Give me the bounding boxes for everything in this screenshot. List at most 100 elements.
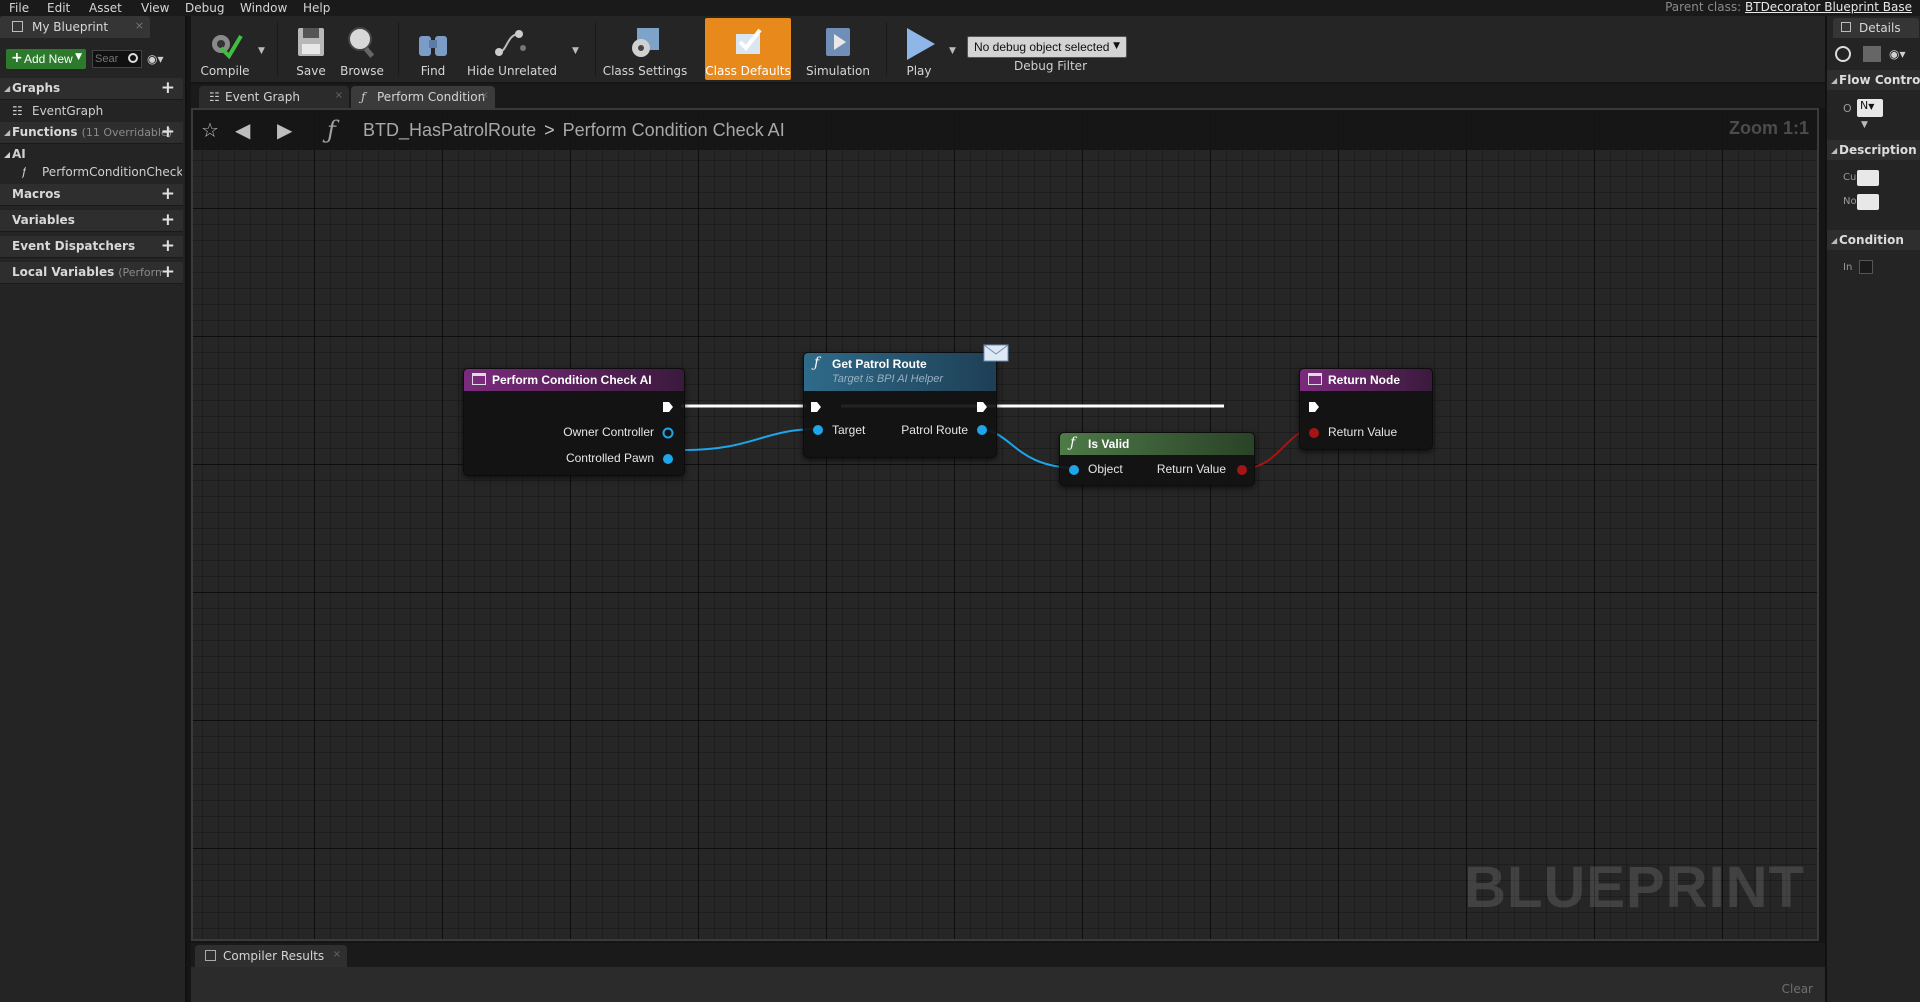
- view-options-eye-icon[interactable]: ◉▾: [147, 52, 164, 66]
- search-icon[interactable]: [1835, 46, 1851, 62]
- add-local-variable-button[interactable]: +: [161, 262, 175, 282]
- section-condition-label: Condition: [1839, 233, 1904, 247]
- section-variables[interactable]: Variables +: [0, 210, 183, 232]
- event-node-icon: [472, 373, 486, 385]
- tab-compiler-results[interactable]: Compiler Results ×: [195, 945, 347, 967]
- flow-control-select[interactable]: N▼: [1857, 99, 1883, 117]
- event-graph-icon: ☷: [12, 104, 23, 118]
- add-new-button[interactable]: + Add New ▼: [6, 49, 86, 69]
- play-options-chevron-icon[interactable]: ▼: [949, 46, 956, 56]
- return-value-pin-icon[interactable]: [1236, 464, 1248, 476]
- compiler-results-body: Clear: [191, 967, 1825, 1002]
- exec-in-pin-icon[interactable]: [1308, 401, 1320, 413]
- menu-window[interactable]: Window: [240, 1, 287, 15]
- category-ai[interactable]: ◢ AI: [0, 145, 183, 163]
- details-icon: [1841, 22, 1851, 32]
- add-graph-button[interactable]: +: [161, 78, 175, 98]
- node-is-valid[interactable]: ƒ Is Valid Object Return Value: [1059, 432, 1255, 486]
- parent-class-info: Parent class: BTDecorator Blueprint Base: [1665, 0, 1912, 14]
- tab-event-graph[interactable]: ☷ Event Graph ×: [199, 86, 349, 108]
- search-box[interactable]: [92, 50, 142, 68]
- menu-file[interactable]: File: [9, 1, 29, 15]
- class-settings-button[interactable]: Class Settings: [602, 18, 688, 80]
- debug-object-select[interactable]: No debug object selected ▼: [967, 36, 1127, 58]
- description-node-field[interactable]: [1857, 194, 1879, 210]
- flow-control-select-value: N: [1860, 99, 1869, 112]
- collapse-triangle-icon[interactable]: ◢: [4, 84, 10, 93]
- controlled-pawn-pin-icon[interactable]: [662, 453, 674, 465]
- document-tabbar: ☷ Event Graph × ƒ Perform Condition ×: [191, 84, 1825, 108]
- tab-details[interactable]: Details: [1833, 18, 1919, 38]
- menu-help[interactable]: Help: [303, 1, 330, 15]
- close-icon[interactable]: ×: [335, 90, 343, 101]
- patrol-route-pin-icon[interactable]: [976, 424, 988, 436]
- return-value-pin-icon[interactable]: [1308, 427, 1320, 439]
- close-icon[interactable]: ×: [333, 949, 341, 960]
- section-functions[interactable]: ◢ Functions (11 Overridable) +: [0, 122, 183, 144]
- section-variables-label: Variables: [12, 213, 75, 227]
- target-pin-icon[interactable]: [812, 424, 824, 436]
- clear-button[interactable]: Clear: [1782, 982, 1813, 996]
- list-item-event-graph[interactable]: ☷ EventGraph: [0, 102, 183, 120]
- collapse-triangle-icon[interactable]: ◢: [1831, 76, 1837, 85]
- condition-invert-checkbox[interactable]: [1859, 260, 1873, 274]
- tab-perform-condition[interactable]: ƒ Perform Condition ×: [351, 86, 495, 108]
- blueprint-graph-canvas[interactable]: ☆ ◀ ▶ ƒ BTD_HasPatrolRoute > Perform Condi…: [191, 108, 1819, 941]
- grid-view-icon[interactable]: [1863, 46, 1881, 62]
- node-return[interactable]: Return Node Return Value: [1299, 368, 1433, 450]
- simulation-button[interactable]: Simulation: [795, 18, 881, 80]
- hide-unrelated-options-chevron-icon[interactable]: ▼: [572, 46, 579, 56]
- find-button[interactable]: Find: [407, 18, 459, 80]
- collapse-triangle-icon[interactable]: ◢: [1831, 146, 1837, 155]
- node-get-patrol-route[interactable]: ƒ Get Patrol Route Target is BPI AI Help…: [803, 344, 1009, 458]
- menu-asset[interactable]: Asset: [89, 1, 122, 15]
- object-pin-icon[interactable]: [1068, 464, 1080, 476]
- add-macro-button[interactable]: +: [161, 184, 175, 204]
- collapse-triangle-icon[interactable]: ◢: [1831, 236, 1837, 245]
- section-local-variables[interactable]: Local Variables(PerformCo +: [0, 262, 183, 284]
- my-blueprint-panel: My Blueprint × + Add New ▼ ◉▾ ◢ Graphs +…: [0, 16, 187, 1002]
- expand-arrow-icon[interactable]: ▼: [1861, 120, 1868, 130]
- details-panel: Details ◉▾ ◢ Flow Control O N▼ ▼ ◢ Descr…: [1825, 16, 1920, 1002]
- compile-button[interactable]: Compile: [195, 18, 255, 80]
- close-icon[interactable]: ×: [135, 19, 144, 32]
- description-category-field[interactable]: [1857, 170, 1879, 186]
- category-ai-label: AI: [12, 147, 26, 161]
- flow-control-row-label: O: [1843, 102, 1852, 115]
- browse-button[interactable]: Browse: [336, 18, 388, 80]
- section-graphs[interactable]: ◢ Graphs +: [0, 78, 183, 100]
- tab-my-blueprint[interactable]: My Blueprint ×: [0, 16, 150, 38]
- compile-options-chevron-icon[interactable]: ▼: [258, 46, 265, 56]
- add-function-button[interactable]: +: [161, 122, 175, 142]
- add-event-dispatcher-button[interactable]: +: [161, 236, 175, 256]
- section-event-dispatchers[interactable]: Event Dispatchers +: [0, 236, 183, 258]
- section-macros[interactable]: Macros +: [0, 184, 183, 206]
- owner-controller-pin-icon[interactable]: [662, 427, 674, 439]
- search-input[interactable]: [95, 52, 125, 66]
- exec-in-pin-icon[interactable]: [810, 401, 822, 413]
- close-icon[interactable]: ×: [481, 90, 489, 101]
- parent-class-link[interactable]: BTDecorator Blueprint Base: [1745, 0, 1912, 14]
- section-condition[interactable]: ◢ Condition: [1827, 230, 1920, 250]
- exec-out-pin-icon[interactable]: [662, 401, 674, 413]
- save-button[interactable]: Save: [287, 18, 335, 80]
- collapse-triangle-icon[interactable]: ◢: [4, 150, 10, 159]
- class-defaults-button[interactable]: Class Defaults: [705, 18, 791, 80]
- exec-out-pin-icon[interactable]: [976, 401, 988, 413]
- pin-owner-controller-label: Owner Controller: [563, 425, 654, 439]
- collapse-triangle-icon[interactable]: ◢: [4, 128, 10, 137]
- node-perform-condition-check-ai[interactable]: Perform Condition Check AI Owner Control…: [463, 368, 685, 476]
- view-options-eye-icon[interactable]: ◉▾: [1889, 47, 1906, 61]
- list-item-perform-condition-check[interactable]: ƒ PerformConditionCheck: [0, 163, 183, 181]
- menu-edit[interactable]: Edit: [47, 1, 70, 15]
- section-description[interactable]: ◢ Description: [1827, 140, 1920, 160]
- browse-magnifier-icon: [348, 27, 375, 58]
- hide-unrelated-button[interactable]: Hide Unrelated: [467, 18, 557, 80]
- menu-view[interactable]: View: [141, 1, 169, 15]
- menu-debug[interactable]: Debug: [185, 1, 224, 15]
- section-flow-control[interactable]: ◢ Flow Control: [1827, 70, 1920, 90]
- play-button[interactable]: Play: [892, 18, 946, 80]
- compiler-results-icon: [205, 950, 216, 961]
- add-variable-button[interactable]: +: [161, 210, 175, 230]
- section-graphs-label: Graphs: [12, 81, 61, 95]
